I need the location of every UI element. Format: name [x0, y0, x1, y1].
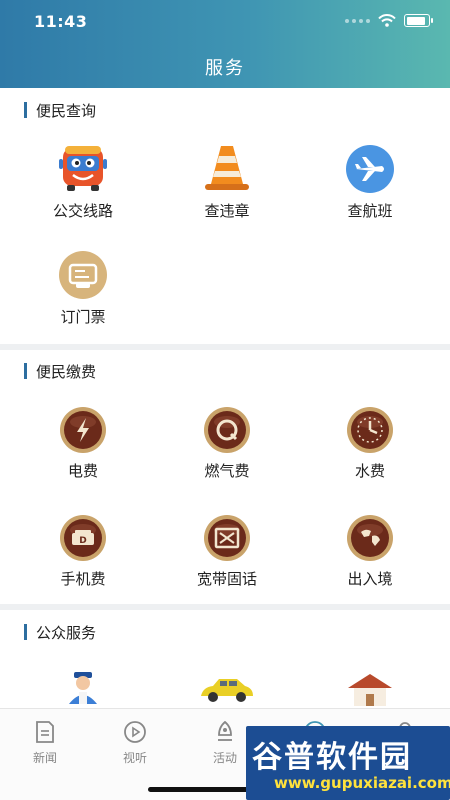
watermark-url: www.gupuxiazai.com — [274, 774, 450, 792]
tab-label: 新闻 — [32, 751, 57, 765]
service-phone-bill[interactable]: D 手机费 — [8, 514, 158, 589]
service-tickets[interactable]: 订门票 — [8, 250, 158, 327]
svg-text:D: D — [79, 536, 86, 546]
service-electricity[interactable]: 电费 — [8, 406, 158, 481]
service-bus-routes[interactable]: 公交线路 — [8, 144, 158, 221]
phone-bill-icon: D — [60, 515, 106, 561]
battery-icon — [404, 14, 433, 27]
service-label: 出入境 — [347, 570, 393, 588]
service-housing[interactable] — [295, 670, 445, 708]
taxi-icon — [201, 679, 253, 702]
tab-label: 视听 — [122, 751, 147, 765]
service-label: 电费 — [67, 462, 98, 480]
watermark-main-text: 谷普软件园 — [252, 740, 412, 775]
service-label: 订门票 — [60, 308, 106, 326]
service-label: 查航班 — [347, 202, 393, 220]
house-icon — [348, 674, 392, 706]
service-police[interactable] — [8, 668, 158, 708]
service-gas[interactable]: 燃气费 — [152, 406, 302, 481]
service-label: 水费 — [354, 462, 385, 480]
bus-icon — [59, 146, 107, 191]
service-label: 宽带固话 — [196, 570, 257, 588]
ticket-icon — [59, 251, 107, 299]
play-icon — [124, 721, 146, 743]
gas-icon — [204, 407, 250, 453]
service-label: 公交线路 — [52, 202, 113, 220]
broadband-icon — [204, 515, 250, 561]
page-title: 服务 — [205, 58, 245, 79]
service-broadband[interactable]: 宽带固话 — [152, 514, 302, 589]
section-title-text: 便民缴费 — [36, 362, 97, 381]
section-accent-bar — [24, 102, 27, 118]
service-entry-exit[interactable]: 出入境 — [295, 514, 445, 589]
water-clock-icon — [347, 407, 393, 453]
globe-icon — [347, 515, 393, 561]
section-title: 公众服务 — [24, 622, 96, 642]
service-label: 手机费 — [60, 570, 106, 588]
service-taxi[interactable] — [152, 674, 302, 708]
section-public-services: 公众服务 — [0, 610, 450, 708]
status-time: 11:43 — [34, 12, 88, 31]
section-accent-bar — [24, 363, 27, 379]
traffic-cone-icon — [205, 146, 249, 190]
status-icons — [345, 14, 433, 27]
section-title-text: 便民查询 — [36, 101, 97, 120]
service-flights[interactable]: 查航班 — [295, 144, 445, 221]
activity-icon — [218, 720, 232, 741]
section-title-text: 公众服务 — [36, 623, 97, 642]
watermark-logo: 谷普软件园 www.gupuxiazai.com — [246, 726, 450, 800]
status-bar: 11:43 — [0, 10, 450, 34]
police-icon — [69, 672, 97, 704]
section-accent-bar — [24, 624, 27, 640]
electricity-icon — [60, 407, 106, 453]
tab-news[interactable]: 新闻 — [0, 719, 90, 766]
service-label: 燃气费 — [204, 462, 250, 480]
section-title: 便民查询 — [24, 100, 96, 120]
news-icon — [36, 721, 54, 743]
signal-icon — [345, 18, 370, 23]
section-convenience-query: 便民查询 公交线路 查违章 查航班 订门票 — [0, 88, 450, 344]
service-water[interactable]: 水费 — [295, 406, 445, 481]
section-title: 便民缴费 — [24, 361, 96, 381]
service-traffic-violations[interactable]: 查违章 — [152, 144, 302, 221]
tab-media[interactable]: 视听 — [90, 719, 180, 766]
service-label: 查违章 — [204, 202, 250, 220]
airplane-icon — [346, 145, 394, 193]
app-header: 11:43 服务 — [0, 0, 450, 88]
tab-label: 活动 — [212, 751, 237, 765]
section-convenience-payment: 便民缴费 电费 燃气费 水费 D 手机费 宽带固话 出入境 — [0, 350, 450, 604]
wifi-icon — [378, 14, 396, 27]
